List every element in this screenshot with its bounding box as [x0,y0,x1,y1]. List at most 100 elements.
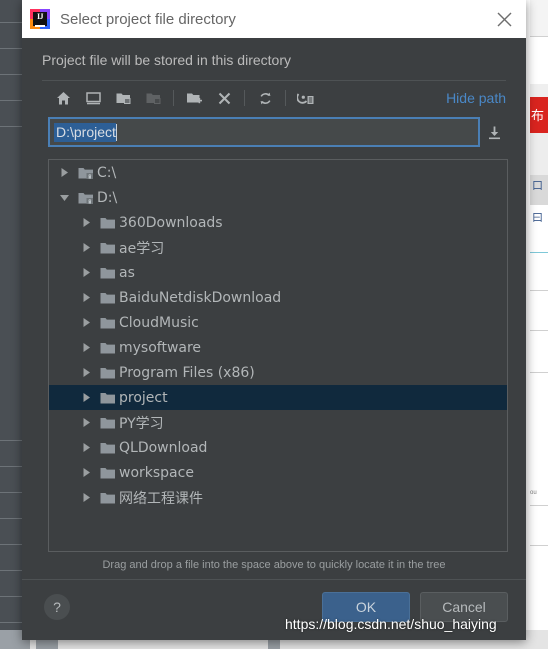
tree-item-label: BaiduNetdiskDownload [119,289,282,306]
toolbar-divider-2 [244,90,245,106]
directory-tree[interactable]: C:\ D:\ 360Downloads ae学习 as BaiduNetdiskDown… [48,159,508,552]
tree-item-icon [97,491,119,505]
path-input-value: D:\project [54,122,116,142]
show-hidden-files-button[interactable] [291,84,321,112]
tree-item-icon [97,466,119,480]
path-row: D:\project [22,117,526,147]
tree-item-label: 360Downloads [119,214,223,231]
tree-row[interactable]: C:\ [49,160,507,185]
file-chooser-toolbar: Hide path [22,81,526,115]
folder-icon [100,267,115,278]
folder-up-icon [116,93,130,104]
delete-button[interactable] [209,84,239,112]
chevron-right-icon [83,493,90,502]
text-caret [115,123,117,141]
folder-icon [100,392,115,403]
tree-expand-toggle[interactable] [75,242,97,253]
tree-expand-toggle[interactable] [75,342,97,353]
tree-item-icon [75,166,97,180]
tree-item-icon [97,216,119,230]
tree-item-label: workspace [119,464,194,481]
tree-expand-toggle[interactable] [75,467,97,478]
close-icon [497,12,511,26]
backdrop-cn-text-1: 口 [532,179,543,192]
tree-row[interactable]: mysoftware [49,335,507,360]
tree-expand-toggle[interactable] [53,167,75,178]
tree-item-label: mysoftware [119,339,202,356]
tree-row[interactable]: PY学习 [49,410,507,435]
chevron-right-icon [83,418,90,427]
tree-row[interactable]: ae学习 [49,235,507,260]
chevron-right-icon [83,318,90,327]
tree-item-label: ae学习 [119,240,165,257]
path-input[interactable]: D:\project [48,117,480,147]
folder-icon [146,93,160,104]
toolbar-divider-1 [173,90,174,106]
tree-row[interactable]: workspace [49,460,507,485]
folder-icon [100,242,115,253]
tree-expand-toggle[interactable] [75,417,97,428]
tree-item-icon [97,316,119,330]
help-button[interactable]: ? [44,594,70,620]
backdrop-small-text: ou [530,490,537,496]
refresh-button[interactable] [250,84,280,112]
dialog-titlebar: IJ Select project file directory [22,0,526,38]
tree-row[interactable]: D:\ [49,185,507,210]
chevron-right-icon [83,293,90,302]
tree-row[interactable]: as [49,260,507,285]
select-directory-dialog: IJ Select project file directory Project… [22,0,526,640]
chevron-right-icon [83,243,90,252]
show-hidden-files-icon [297,92,314,104]
home-icon [56,91,70,104]
backdrop-cn-text-2: 曰 [532,211,543,224]
tree-item-icon [97,366,119,380]
tree-expand-toggle[interactable] [75,292,97,303]
load-path-button[interactable] [480,117,508,147]
home-button[interactable] [48,84,78,112]
delete-icon [218,92,230,104]
desktop-icon [85,91,101,104]
tree-row[interactable]: QLDownload [49,435,507,460]
tree-row[interactable]: Program Files (x86) [49,360,507,385]
drive-locked-icon [78,167,93,179]
backdrop-red-badge-text: 布 [531,109,545,124]
tree-expand-toggle[interactable] [75,492,97,503]
chevron-down-icon [59,195,69,201]
folder-icon [100,467,115,478]
backdrop-cyan-divider [530,252,548,253]
tree-item-label: 网络工程课件 [119,490,203,507]
dialog-subtitle: Project file will be stored in this dire… [42,52,291,68]
tree-expand-toggle[interactable] [75,392,97,403]
tree-expand-toggle[interactable] [75,442,97,453]
tree-expand-toggle[interactable] [75,367,97,378]
hide-path-link[interactable]: Hide path [446,90,508,106]
tree-row[interactable]: 网络工程课件 [49,485,507,510]
folder-up-button[interactable] [108,84,138,112]
watermark-url: https://blog.csdn.net/shuo_haiying [285,616,497,632]
folder-icon [100,292,115,303]
intellij-idea-logo-icon: IJ [30,9,50,29]
tree-item-label: C:\ [97,164,117,181]
tree-row[interactable]: 360Downloads [49,210,507,235]
desktop-button[interactable] [78,84,108,112]
close-button[interactable] [482,0,526,38]
folder-icon [100,417,115,428]
tree-expand-toggle[interactable] [53,192,75,203]
tree-expand-toggle[interactable] [75,317,97,328]
tree-item-label: D:\ [97,189,118,206]
drive-locked-icon [78,192,93,204]
tree-item-label: CloudMusic [119,314,199,331]
tree-item-label: PY学习 [119,415,164,432]
tree-row[interactable]: CloudMusic [49,310,507,335]
tree-item-icon [97,341,119,355]
tree-row[interactable]: BaiduNetdiskDownload [49,285,507,310]
tree-item-icon [75,191,97,205]
tree-item-label: as [119,264,135,281]
tree-expand-toggle[interactable] [75,217,97,228]
tree-item-icon [97,391,119,405]
tree-row[interactable]: project [49,385,507,410]
tree-item-icon [97,241,119,255]
dialog-title: Select project file directory [60,10,236,28]
new-folder-button[interactable] [179,84,209,112]
tree-expand-toggle[interactable] [75,267,97,278]
